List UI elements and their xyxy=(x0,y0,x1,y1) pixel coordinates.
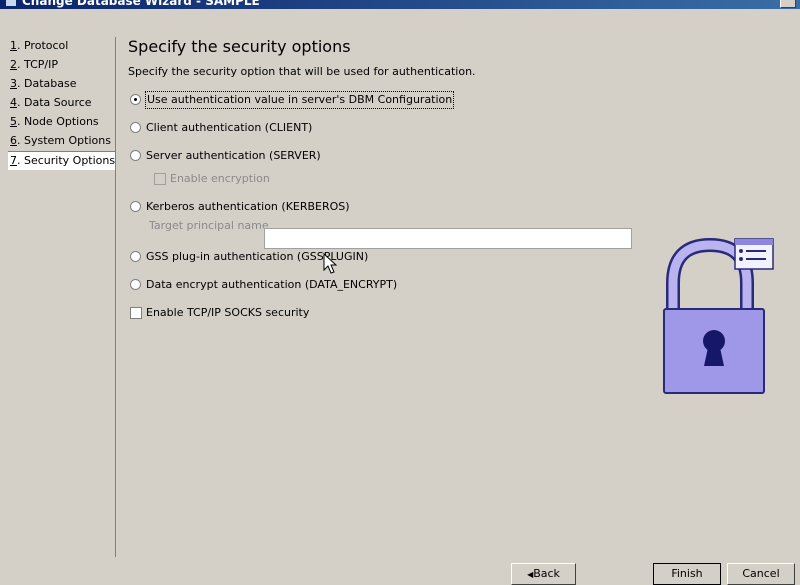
wizard-frame: 1. Protocol 2. TCP/IP 3. Database 4. Dat… xyxy=(0,9,800,585)
nav-item-database[interactable]: 3. Database xyxy=(8,75,115,93)
radio-client[interactable] xyxy=(130,122,141,133)
nav-item-data-source[interactable]: 4. Data Source xyxy=(8,94,115,112)
label-client: Client authentication (CLIENT) xyxy=(146,121,313,134)
padlock-icon xyxy=(663,237,774,394)
label-server: Server authentication (SERVER) xyxy=(146,149,321,162)
label-data-encrypt: Data encrypt authentication (DATA_ENCRYP… xyxy=(146,278,398,291)
label-socks: Enable TCP/IP SOCKS security xyxy=(146,306,310,319)
cancel-button[interactable]: Cancel xyxy=(727,563,795,585)
nav-item-node-options[interactable]: 5. Node Options xyxy=(8,113,115,131)
radio-dbm[interactable] xyxy=(130,94,141,105)
window-title: Change Database Wizard - SAMPLE xyxy=(22,0,260,8)
finish-button[interactable]: Finish xyxy=(653,563,721,585)
checkbox-enable-encryption[interactable] xyxy=(154,173,166,185)
label-dbm: Use authentication value in server's DBM… xyxy=(144,91,455,109)
nav-item-security-options[interactable]: 7. Security Options xyxy=(8,151,115,170)
button-bar: ◀Back Finish Cancel xyxy=(0,557,800,585)
page-description: Specify the security option that will be… xyxy=(128,65,476,78)
label-kerberos: Kerberos authentication (KERBEROS) xyxy=(146,200,350,213)
nav-item-tcpip[interactable]: 2. TCP/IP xyxy=(8,56,115,74)
title-bar: Change Database Wizard - SAMPLE xyxy=(0,0,800,9)
label-enable-encryption: Enable encryption xyxy=(170,172,270,185)
close-button[interactable] xyxy=(780,0,796,8)
nav-item-protocol[interactable]: 1. Protocol xyxy=(8,37,115,55)
checkbox-socks[interactable] xyxy=(130,307,142,319)
radio-gss[interactable] xyxy=(130,251,141,262)
radio-data-encrypt[interactable] xyxy=(130,279,141,290)
mouse-cursor xyxy=(323,253,337,274)
target-principal-input[interactable] xyxy=(264,228,632,249)
target-principal-label: Target principal name xyxy=(149,219,269,232)
nav-item-system-options[interactable]: 6. System Options xyxy=(8,132,115,150)
radio-server[interactable] xyxy=(130,150,141,161)
app-icon xyxy=(6,0,16,6)
wizard-nav: 1. Protocol 2. TCP/IP 3. Database 4. Dat… xyxy=(5,37,116,557)
content-panel: Specify the security options Specify the… xyxy=(116,35,800,555)
radio-kerberos[interactable] xyxy=(130,201,141,212)
page-title: Specify the security options xyxy=(128,37,351,56)
back-button[interactable]: ◀Back xyxy=(511,563,576,585)
